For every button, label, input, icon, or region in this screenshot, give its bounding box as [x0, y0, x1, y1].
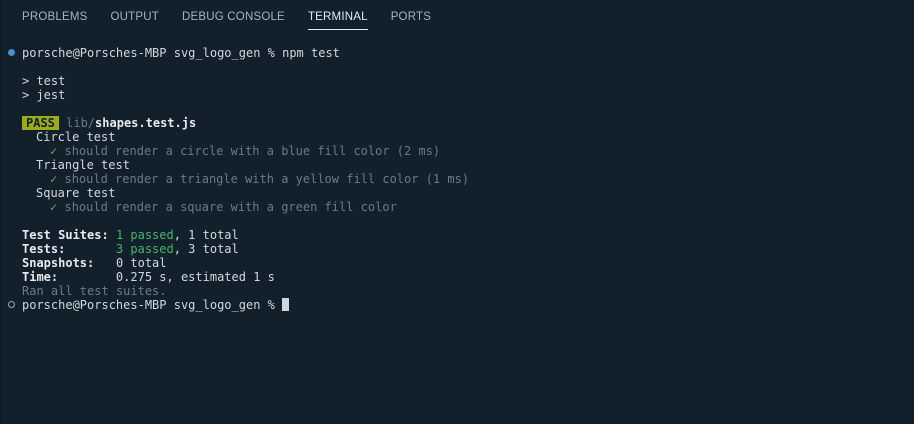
- summary-value: 0 total: [115, 256, 167, 270]
- pass-badge: PASS: [22, 116, 59, 130]
- summary-snapshots: Snapshots: 0 total: [22, 256, 167, 270]
- test-name: should render a square with a green fill…: [64, 200, 397, 214]
- check-icon: ✓: [50, 172, 58, 186]
- summary-total: , 3 total: [173, 242, 239, 256]
- suite-title: Triangle test: [36, 158, 130, 172]
- summary-test-suites: Test Suites: 1 passed, 1 total: [22, 228, 239, 242]
- terminal-panel: PROBLEMS OUTPUT DEBUG CONSOLE TERMINAL P…: [0, 0, 914, 424]
- panel-tab-bar: PROBLEMS OUTPUT DEBUG CONSOLE TERMINAL P…: [1, 0, 914, 35]
- summary-total: , 1 total: [173, 228, 239, 242]
- summary-label: Time:: [22, 270, 59, 284]
- ran-all-message: Ran all test suites.: [22, 284, 167, 298]
- command-pending-decoration-icon[interactable]: [8, 301, 15, 308]
- summary-label: Tests:: [22, 242, 66, 256]
- script-line: > test: [22, 74, 66, 88]
- tab-problems[interactable]: PROBLEMS: [22, 0, 88, 35]
- summary-passed: 3 passed: [115, 242, 174, 256]
- prompt-line: porsche@Porsches-MBP svg_logo_gen %: [22, 298, 290, 312]
- test-name: should render a triangle with a yellow f…: [64, 172, 470, 186]
- terminal-cursor: [282, 298, 290, 311]
- summary-value: 0.275 s, estimated 1 s: [115, 270, 275, 284]
- command-line: porsche@Porsches-MBP svg_logo_gen % npm …: [22, 46, 340, 60]
- test-file-result: PASS lib/shapes.test.js: [22, 116, 196, 130]
- command-success-decoration-icon[interactable]: [8, 49, 15, 56]
- summary-label: Test Suites:: [22, 228, 109, 242]
- test-result: ✓ should render a circle with a blue fil…: [50, 144, 440, 158]
- summary-time: Time: 0.275 s, estimated 1 s: [22, 270, 275, 284]
- script-line: > jest: [22, 88, 66, 102]
- test-result: ✓ should render a square with a green fi…: [50, 200, 397, 214]
- summary-label: Snapshots:: [22, 256, 95, 270]
- suite-title: Circle test: [36, 130, 116, 144]
- file-dir: lib/: [66, 116, 96, 130]
- test-name: should render a circle with a blue fill …: [64, 144, 441, 158]
- summary-tests: Tests: 3 passed, 3 total: [22, 242, 239, 256]
- command-text: npm test: [282, 46, 340, 60]
- terminal-output[interactable]: porsche@Porsches-MBP svg_logo_gen % npm …: [1, 45, 914, 424]
- tab-terminal[interactable]: TERMINAL: [307, 0, 368, 30]
- check-icon: ✓: [50, 144, 58, 158]
- prompt-text: porsche@Porsches-MBP svg_logo_gen %: [22, 46, 283, 60]
- tab-debug-console[interactable]: DEBUG CONSOLE: [182, 0, 285, 35]
- summary-passed: 1 passed: [115, 228, 174, 242]
- file-name: shapes.test.js: [95, 116, 197, 130]
- suite-title: Square test: [36, 186, 116, 200]
- check-icon: ✓: [50, 200, 58, 214]
- tab-ports[interactable]: PORTS: [391, 0, 431, 35]
- prompt-text: porsche@Porsches-MBP svg_logo_gen %: [22, 298, 283, 312]
- tab-output[interactable]: OUTPUT: [111, 0, 159, 35]
- test-result: ✓ should render a triangle with a yellow…: [50, 172, 469, 186]
